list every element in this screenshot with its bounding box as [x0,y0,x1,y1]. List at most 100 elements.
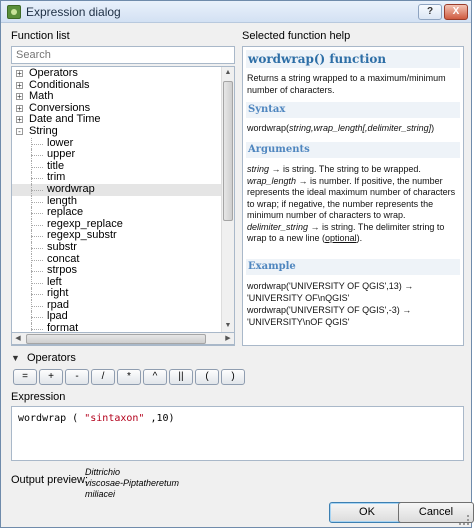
title-bar[interactable]: Expression dialog ? X [1,1,471,23]
arg-string-name: string [247,164,270,174]
tree-item-regexp-replace[interactable]: regexp_replace [12,218,222,231]
tree-hscroll-thumb[interactable] [26,334,206,344]
operator-divide-button[interactable]: / [91,369,115,385]
tree-item-upper[interactable]: upper [12,149,222,161]
syntax-text: wordwrap(string,wrap_length[,delimiter_s… [247,123,461,135]
tree-connector [31,236,43,238]
syntax-heading: Syntax [246,102,460,118]
function-tree[interactable]: + Operators + Conditionals + Math + Conversions… [11,66,235,346]
syntax-args: string,wrap_length[,delimiter_string] [289,123,432,133]
function-search-input[interactable] [11,46,235,64]
tree-item-wordwrap[interactable]: wordwrap [12,182,222,196]
tree-connector [31,155,43,157]
tree-item-replace[interactable]: replace [12,207,222,219]
tree-item-label: substr [47,240,77,253]
operator-plus-button[interactable]: + [39,369,63,385]
tree-connector [31,213,43,215]
tree-group-label: String [29,124,58,137]
tree-connector [31,259,43,261]
window-title: Expression dialog [26,5,121,19]
operator-power-button[interactable]: ^ [143,369,167,385]
expression-editor[interactable]: wordwrap ( "sintaxon" ,10) [11,406,464,461]
preview-line: miliacei [85,489,116,499]
operator-close-paren-button[interactable]: ) [221,369,245,385]
tree-item-label: upper [47,148,76,161]
scroll-up-icon[interactable]: ▲ [222,67,234,79]
expression-string-arg: "sintaxon" [84,413,145,424]
tree-connector [31,166,43,168]
tree-item-lower[interactable]: lower [12,137,222,150]
help-button[interactable]: ? [418,4,442,20]
arg-string-text: → is string. The string to be wrapped. [269,164,421,174]
tree-item-label: strpos [47,264,77,277]
tree-item-left[interactable]: left [12,276,222,289]
tree-connector [31,282,43,284]
tree-group-operators[interactable]: + Operators [12,67,222,80]
output-preview-value: Dittrichio viscosae-Piptatheretum miliac… [85,467,235,500]
operator-minus-button[interactable]: - [65,369,89,385]
tree-connector [31,143,43,145]
scroll-right-icon[interactable]: ▶ [222,333,234,345]
arg-wrap-length-name: wrap_length [247,175,297,186]
scroll-left-icon[interactable]: ◀ [12,333,24,345]
scroll-down-icon[interactable]: ▼ [222,320,234,332]
expand-toggle-icon[interactable]: + [16,104,23,112]
tree-item-rpad[interactable]: rpad [12,299,222,312]
close-button[interactable]: X [444,4,468,20]
operator-concat-button[interactable]: || [169,369,193,385]
arguments-text: string → is string. The string to be wra… [247,164,461,245]
tree-item-right[interactable]: right [12,288,222,300]
tree-scroll-thumb[interactable] [223,81,233,221]
tree-connector [31,247,43,249]
tree-item-label: wordwrap [47,182,95,195]
expression-dialog: Expression dialog ? X Function list + Ope… [0,0,474,528]
preview-line: viscosae-Piptatheretum [85,478,180,488]
function-tree-rows: + Operators + Conditionals + Math + Conversions… [12,67,222,345]
expand-toggle-icon[interactable]: - [16,127,23,135]
function-help-label: Selected function help [242,30,351,42]
tree-item-title[interactable]: title [12,160,222,173]
tree-connector [31,189,43,191]
tree-connector [31,329,43,331]
tree-item-trim[interactable]: trim [12,172,222,184]
help-description: Returns a string wrapped to a maximum/mi… [247,73,446,95]
tree-connector [31,178,43,180]
tree-connector [31,271,43,273]
example-2: wordwrap('UNIVERSITY OF QGIS',-3) → 'UNI… [247,305,412,327]
expand-toggle-icon[interactable]: + [16,81,23,89]
tree-item-regexp-substr[interactable]: regexp_substr [12,230,222,242]
syntax-close: ) [431,123,435,133]
expand-toggle-icon[interactable]: + [16,70,23,78]
tree-vertical-scrollbar[interactable]: ▲ ▼ [221,67,234,345]
output-preview-label: Output preview: [11,474,89,486]
tree-item-concat[interactable]: concat [12,253,222,266]
arg-optional: optional [325,233,357,243]
tree-item-length[interactable]: length [12,195,222,208]
tree-item-lpad[interactable]: lpad [12,311,222,324]
tree-connector [31,294,43,296]
tree-connector [31,201,43,203]
operator-open-paren-button[interactable]: ( [195,369,219,385]
tree-horizontal-scrollbar[interactable]: ◀ ▶ [11,332,235,345]
operators-collapse-icon[interactable]: ▼ [11,353,20,363]
resize-grip-icon[interactable] [459,515,469,525]
help-title: wordwrap() function [246,50,460,68]
example-heading: Example [246,259,460,275]
operator-equals-button[interactable]: = [13,369,37,385]
tree-connector [31,317,43,319]
expand-toggle-icon[interactable]: + [16,116,23,124]
ok-button[interactable]: OK [329,502,405,523]
expand-toggle-icon[interactable]: + [16,93,23,101]
example-1: wordwrap('UNIVERSITY OF QGIS',13) → 'UNI… [247,281,414,303]
tree-item-substr[interactable]: substr [12,240,222,254]
qgis-app-icon [7,5,21,19]
arg-delimiter-tail: ). [356,233,363,243]
tree-group-string[interactable]: - String [12,124,222,138]
function-help-panel: wordwrap() function Returns a string wra… [242,46,464,346]
preview-line: Dittrichio [85,467,121,477]
tree-group-label: Operators [29,67,78,79]
tree-item-strpos[interactable]: strpos [12,264,222,277]
expression-label: Expression [11,391,66,403]
arg-delimiter-name: delimiter_string [247,221,309,232]
operator-multiply-button[interactable]: * [117,369,141,385]
